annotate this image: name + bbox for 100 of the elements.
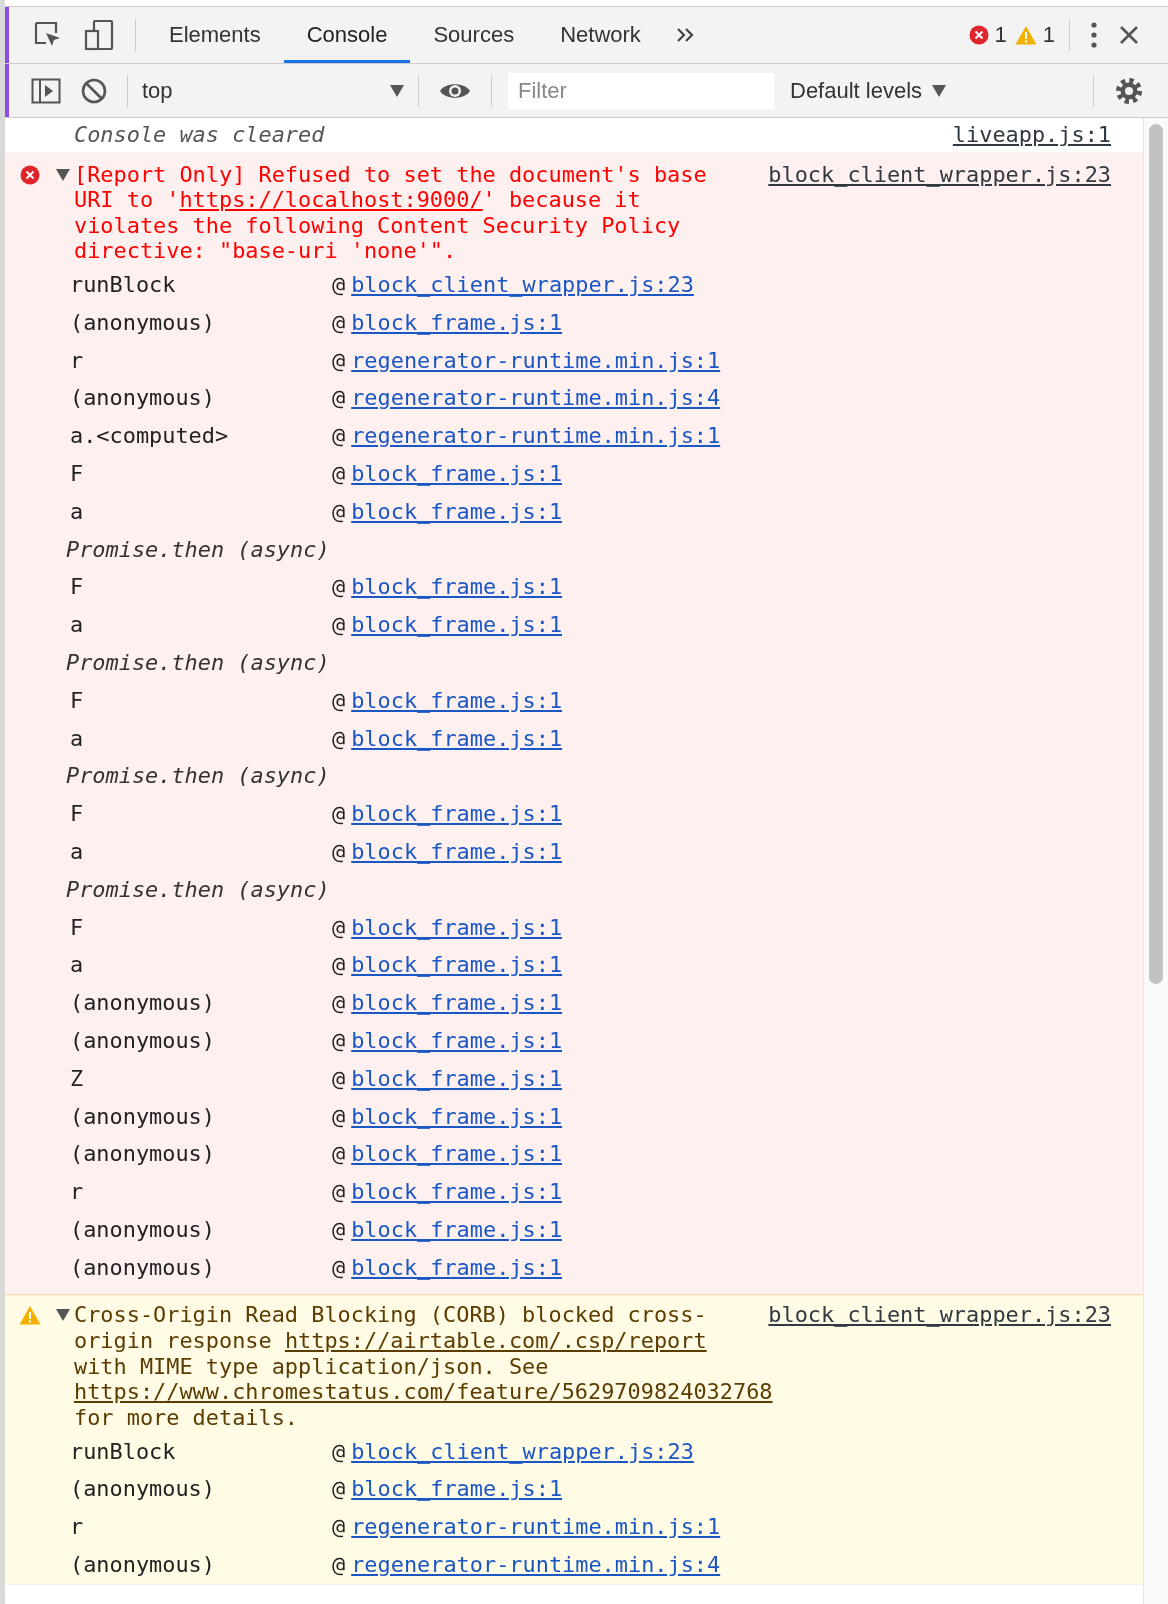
at-sign: @ xyxy=(332,952,346,978)
at-sign: @ xyxy=(332,309,346,336)
at-sign: @ xyxy=(332,687,346,714)
stack-link[interactable]: block_frame.js:1 xyxy=(351,1476,563,1502)
stack-link[interactable]: block_frame.js:1 xyxy=(351,801,563,827)
at-sign: @ xyxy=(332,990,346,1016)
at-sign: @ xyxy=(332,914,346,941)
at-sign: @ xyxy=(332,839,346,865)
function-name: a xyxy=(69,725,85,752)
error-message: [Report Only] Refused to set the document's base URI to 'https://localhost:9000/' because it violates the following Content Security Policy directive: "base-uri 'none'". xyxy=(74,161,708,264)
stack-link[interactable]: block_frame.js:1 xyxy=(351,461,563,487)
warning-icon xyxy=(18,1305,41,1326)
stack-link[interactable]: block_frame.js:1 xyxy=(351,1217,563,1243)
at-sign: @ xyxy=(332,1217,346,1243)
expand-arrow-icon[interactable] xyxy=(56,1309,70,1322)
more-options-icon[interactable] xyxy=(1090,21,1098,49)
tab[interactable]: Elements xyxy=(146,7,284,63)
stack-link[interactable]: regenerator-runtime.min.js:4 xyxy=(351,385,721,412)
at-sign: @ xyxy=(332,1103,346,1130)
at-sign: @ xyxy=(332,612,346,638)
levels-dropdown[interactable]: Default levels xyxy=(790,77,947,104)
function-name: (anonymous) xyxy=(69,1103,216,1130)
stack-link[interactable]: block_frame.js:1 xyxy=(351,1179,563,1205)
sidebar-toggle-icon[interactable] xyxy=(31,77,61,104)
function-name: (anonymous) xyxy=(69,309,216,336)
stack-link[interactable]: block_frame.js:1 xyxy=(351,1141,563,1167)
source-link[interactable]: liveapp.js:1 xyxy=(952,122,1111,148)
tab[interactable]: Network xyxy=(537,7,664,63)
at-sign: @ xyxy=(332,1028,346,1054)
at-sign: @ xyxy=(332,1514,346,1540)
dropdown-arrow-icon[interactable] xyxy=(390,84,404,97)
error-icon xyxy=(19,164,40,185)
at-sign: @ xyxy=(332,1065,346,1092)
stack-link[interactable]: regenerator-runtime.min.js:1 xyxy=(351,347,721,374)
clear-icon[interactable] xyxy=(81,77,107,104)
stack-link[interactable]: block_client_wrapper.js:23 xyxy=(351,1438,694,1465)
stack-link[interactable]: block_frame.js:1 xyxy=(351,952,563,978)
url-link[interactable]: https://airtable.com/.csp/report xyxy=(284,1328,707,1354)
error-count[interactable]: 1 xyxy=(968,22,1007,48)
async-label: Promise.then (async) xyxy=(66,536,330,563)
scroll-bar[interactable] xyxy=(1143,118,1168,1604)
function-name: r xyxy=(69,1514,85,1540)
function-name: (anonymous) xyxy=(69,1254,216,1281)
at-sign: @ xyxy=(332,725,346,752)
warning-count[interactable]: 1 xyxy=(1014,22,1055,48)
function-name: (anonymous) xyxy=(69,1476,216,1502)
stack-link[interactable]: block_frame.js:1 xyxy=(351,1254,563,1281)
async-label: Promise.then (async) xyxy=(66,763,330,789)
at-sign: @ xyxy=(332,1254,346,1281)
at-sign: @ xyxy=(332,574,346,601)
function-name: a xyxy=(69,498,85,525)
stack-link[interactable]: regenerator-runtime.min.js:1 xyxy=(351,1514,721,1540)
function-name: a xyxy=(69,839,85,865)
function-name: a xyxy=(69,612,85,638)
at-sign: @ xyxy=(332,423,346,449)
function-name: (anonymous) xyxy=(69,1551,216,1578)
at-sign: @ xyxy=(332,1551,346,1578)
stack-link[interactable]: block_frame.js:1 xyxy=(351,498,563,525)
settings-icon[interactable] xyxy=(1114,75,1144,106)
close-icon[interactable] xyxy=(1118,24,1140,46)
stack-link[interactable]: block_frame.js:1 xyxy=(351,839,563,865)
function-name: (anonymous) xyxy=(69,1217,216,1243)
stack-link[interactable]: block_frame.js:1 xyxy=(351,725,563,752)
async-label: Promise.then (async) xyxy=(66,876,330,903)
stack-link[interactable]: block_client_wrapper.js:23 xyxy=(351,272,694,298)
stack-link[interactable]: block_frame.js:1 xyxy=(351,914,563,941)
stack-link[interactable]: regenerator-runtime.min.js:4 xyxy=(351,1551,721,1578)
source-link[interactable]: block_client_wrapper.js:23 xyxy=(768,161,1111,188)
function-name: a.<computed> xyxy=(69,423,230,449)
stack-link[interactable]: block_frame.js:1 xyxy=(351,687,563,714)
error-icon[interactable] xyxy=(968,25,989,45)
device-icon[interactable] xyxy=(83,19,115,51)
at-sign: @ xyxy=(332,1141,346,1167)
stack-link[interactable]: block_frame.js:1 xyxy=(351,1065,563,1092)
stack-link[interactable]: block_frame.js:1 xyxy=(351,1103,563,1130)
expand-arrow-icon[interactable] xyxy=(56,168,70,181)
stack-link[interactable]: block_frame.js:1 xyxy=(351,612,563,638)
function-name: Z xyxy=(69,1065,85,1092)
context-select[interactable]: top xyxy=(138,77,408,104)
tab[interactable]: Sources xyxy=(410,7,538,63)
async-label: Promise.then (async) xyxy=(66,650,330,676)
function-name: F xyxy=(69,914,85,941)
stack-link[interactable]: block_frame.js:1 xyxy=(351,1028,563,1054)
filter-field[interactable]: Filter xyxy=(508,72,774,109)
function-name: F xyxy=(69,801,85,827)
stack-link[interactable]: block_frame.js:1 xyxy=(351,990,563,1016)
at-sign: @ xyxy=(332,801,346,827)
url-link[interactable]: https://www.chromestatus.com/feature/5629709824032768 xyxy=(74,1379,773,1405)
stack-link[interactable]: regenerator-runtime.min.js:1 xyxy=(351,423,721,449)
function-name: r xyxy=(69,1179,85,1205)
at-sign: @ xyxy=(332,272,346,298)
dropdown-arrow-icon[interactable] xyxy=(932,84,947,97)
stack-link[interactable]: block_frame.js:1 xyxy=(351,574,563,601)
function-name: (anonymous) xyxy=(69,990,216,1016)
stack-link[interactable]: block_frame.js:1 xyxy=(351,309,563,336)
function-name: r xyxy=(69,347,85,374)
function-name: F xyxy=(69,461,85,487)
url-link[interactable]: https://localhost:9000/ xyxy=(179,187,483,213)
function-name: a xyxy=(69,952,85,978)
function-name: (anonymous) xyxy=(69,1141,216,1167)
